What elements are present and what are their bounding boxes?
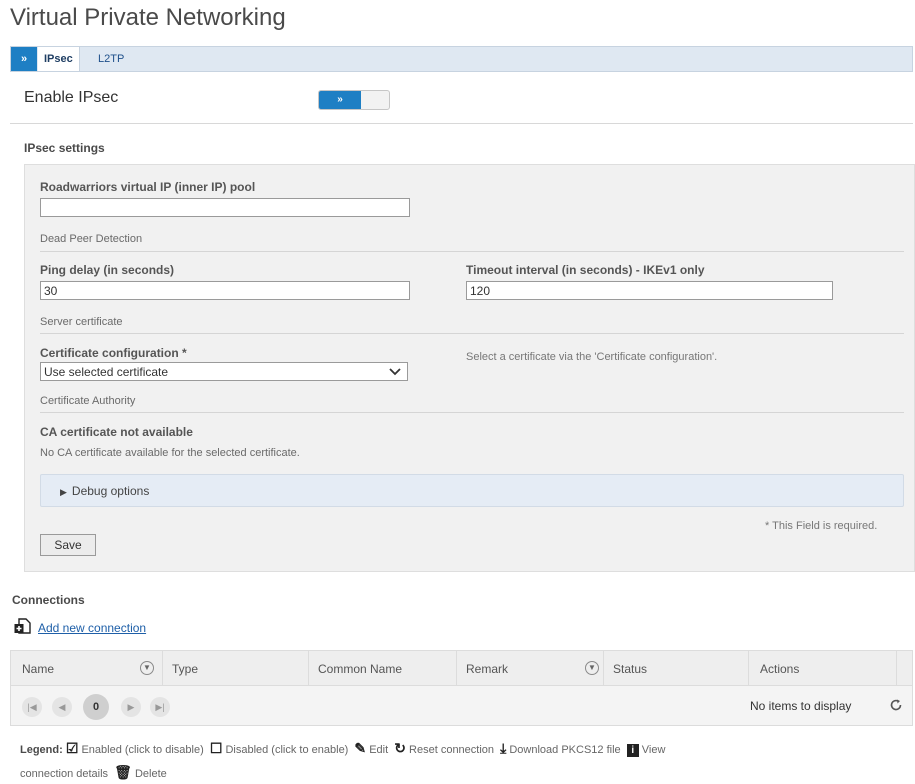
column-separator: [308, 650, 309, 686]
refresh-icon[interactable]: [889, 698, 903, 717]
col-header-actions[interactable]: Actions: [760, 662, 799, 676]
filter-icon[interactable]: ▼: [585, 661, 599, 675]
trash-icon: 🗑: [114, 764, 132, 780]
column-separator: [162, 650, 163, 686]
legend-view-cont: connection details: [20, 768, 109, 780]
reset-icon: ↻: [394, 740, 406, 756]
checkbox-empty-icon: ☐: [209, 740, 223, 756]
enable-row: [10, 84, 913, 124]
prev-page-icon[interactable]: ◀: [52, 697, 72, 717]
column-separator: [748, 650, 749, 686]
triangle-right-icon: ▶: [60, 487, 67, 497]
col-header-type[interactable]: Type: [172, 662, 198, 676]
divider: [40, 412, 904, 413]
debug-options-toggle[interactable]: [40, 474, 904, 507]
first-page-icon[interactable]: |◀: [22, 697, 42, 717]
column-separator: [603, 650, 604, 686]
tab-collapse-button[interactable]: »: [11, 47, 37, 71]
column-separator: [896, 650, 897, 686]
legend-edit: Edit: [369, 744, 389, 756]
timeout-input[interactable]: [466, 281, 833, 300]
debug-options-row[interactable]: ▶ Debug options: [60, 484, 149, 498]
ping-delay-input[interactable]: [40, 281, 410, 300]
cert-config-hint: Select a certificate via the 'Certificat…: [466, 351, 718, 363]
last-page-icon[interactable]: ▶|: [150, 697, 170, 717]
save-button[interactable]: Save: [40, 534, 96, 556]
dpd-heading: Dead Peer Detection: [40, 233, 143, 245]
checkbox-checked-icon: ☑: [65, 740, 79, 756]
ca-status-text: No CA certificate available for the sele…: [40, 447, 300, 459]
ca-status-title: CA certificate not available: [40, 425, 193, 439]
pool-input[interactable]: [40, 198, 410, 217]
add-connection-link[interactable]: Add new connection: [38, 621, 146, 635]
col-header-status[interactable]: Status: [613, 662, 647, 676]
timeout-label: Timeout interval (in seconds) - IKEv1 on…: [466, 263, 705, 277]
cert-config-label: Certificate configuration *: [40, 346, 187, 360]
download-icon: ⤓: [500, 740, 507, 756]
divider: [40, 251, 904, 252]
current-page[interactable]: 0: [83, 694, 109, 720]
legend-disabled: Disabled (click to enable): [225, 744, 349, 756]
col-header-common-name[interactable]: Common Name: [318, 662, 402, 676]
cert-config-select[interactable]: Use selected certificate: [40, 362, 408, 381]
col-header-remark[interactable]: Remark: [466, 662, 508, 676]
tab-ipsec[interactable]: IPsec: [38, 47, 80, 71]
enable-ipsec-toggle[interactable]: »: [318, 90, 390, 110]
dropdown-chevron-icon: [389, 363, 401, 383]
legend-enabled: Enabled (click to disable): [81, 744, 204, 756]
no-items-text: No items to display: [750, 699, 852, 713]
legend-download: Download PKCS12 file: [509, 744, 621, 756]
divider: [40, 333, 904, 334]
legend-line-1: Legend: ☑ Enabled (click to disable) ☐ D…: [20, 740, 665, 757]
legend-view: View: [641, 744, 666, 756]
toggle-on-knob: »: [319, 91, 361, 109]
column-separator: [456, 650, 457, 686]
add-connection-icon[interactable]: [14, 617, 32, 640]
ipsec-settings-heading: IPsec settings: [24, 141, 105, 155]
debug-options-label: Debug options: [71, 484, 150, 498]
legend-delete: Delete: [134, 768, 167, 780]
legend-label: Legend:: [20, 744, 63, 756]
legend-reset: Reset connection: [409, 744, 495, 756]
tab-l2tp[interactable]: L2TP: [92, 47, 130, 71]
legend-line-2: connection details 🗑 Delete: [20, 764, 167, 781]
required-note: * This Field is required.: [765, 520, 878, 532]
filter-icon[interactable]: ▼: [140, 661, 154, 675]
pool-label: Roadwarriors virtual IP (inner IP) pool: [40, 180, 256, 194]
ping-delay-label: Ping delay (in seconds): [40, 263, 175, 277]
connections-heading: Connections: [12, 593, 85, 607]
cert-config-value: Use selected certificate: [44, 365, 169, 379]
next-page-icon[interactable]: ▶: [121, 697, 141, 717]
pencil-icon: ✎: [354, 740, 367, 756]
ca-heading: Certificate Authority: [40, 395, 136, 407]
server-cert-heading: Server certificate: [40, 316, 123, 328]
page-title: Virtual Private Networking: [10, 4, 286, 31]
info-icon: i: [626, 744, 639, 757]
enable-ipsec-label: Enable IPsec: [24, 89, 119, 106]
tab-strip: [10, 46, 913, 72]
col-header-name[interactable]: Name: [22, 662, 54, 676]
